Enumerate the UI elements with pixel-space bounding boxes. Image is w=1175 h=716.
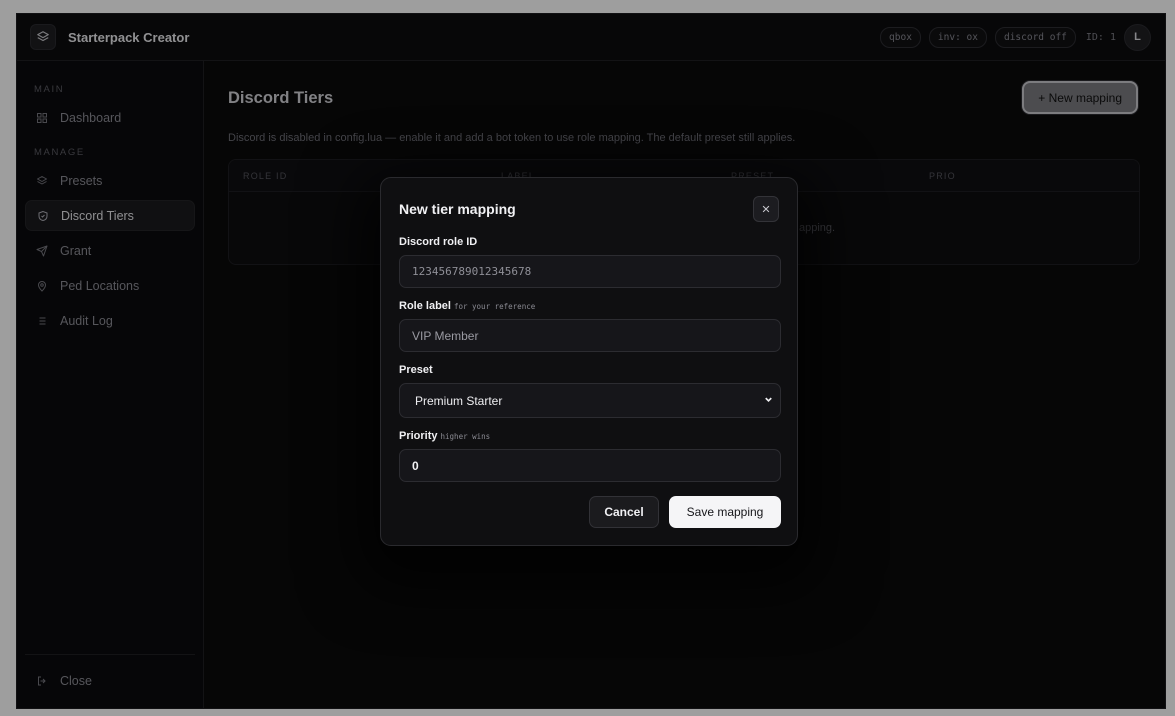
priority-label: Priority higher wins — [399, 430, 490, 442]
priority-label-text: Priority — [399, 430, 438, 442]
priority-input[interactable]: 0 — [399, 449, 781, 482]
preset-label: Preset — [399, 364, 433, 376]
role-id-label: Discord role ID — [399, 236, 478, 248]
priority-hint: higher wins — [440, 432, 491, 441]
role-label-text: Role label — [399, 300, 451, 312]
modal-title: New tier mapping — [399, 201, 516, 217]
role-id-input[interactable]: 123456789012345678 — [399, 255, 781, 288]
preset-select[interactable]: Premium Starter — [399, 383, 781, 418]
role-label-label: Role label for your reference — [399, 300, 535, 312]
role-label-input[interactable]: VIP Member — [399, 319, 781, 352]
chevron-down-icon — [763, 394, 774, 408]
role-label-hint: for your reference — [453, 302, 536, 311]
close-icon[interactable] — [753, 196, 779, 222]
save-mapping-button[interactable]: Save mapping — [669, 496, 781, 528]
preset-selected-value: Premium Starter — [415, 393, 503, 408]
new-tier-mapping-modal: New tier mapping Discord role ID 1234567… — [380, 177, 798, 546]
cancel-button[interactable]: Cancel — [589, 496, 659, 528]
